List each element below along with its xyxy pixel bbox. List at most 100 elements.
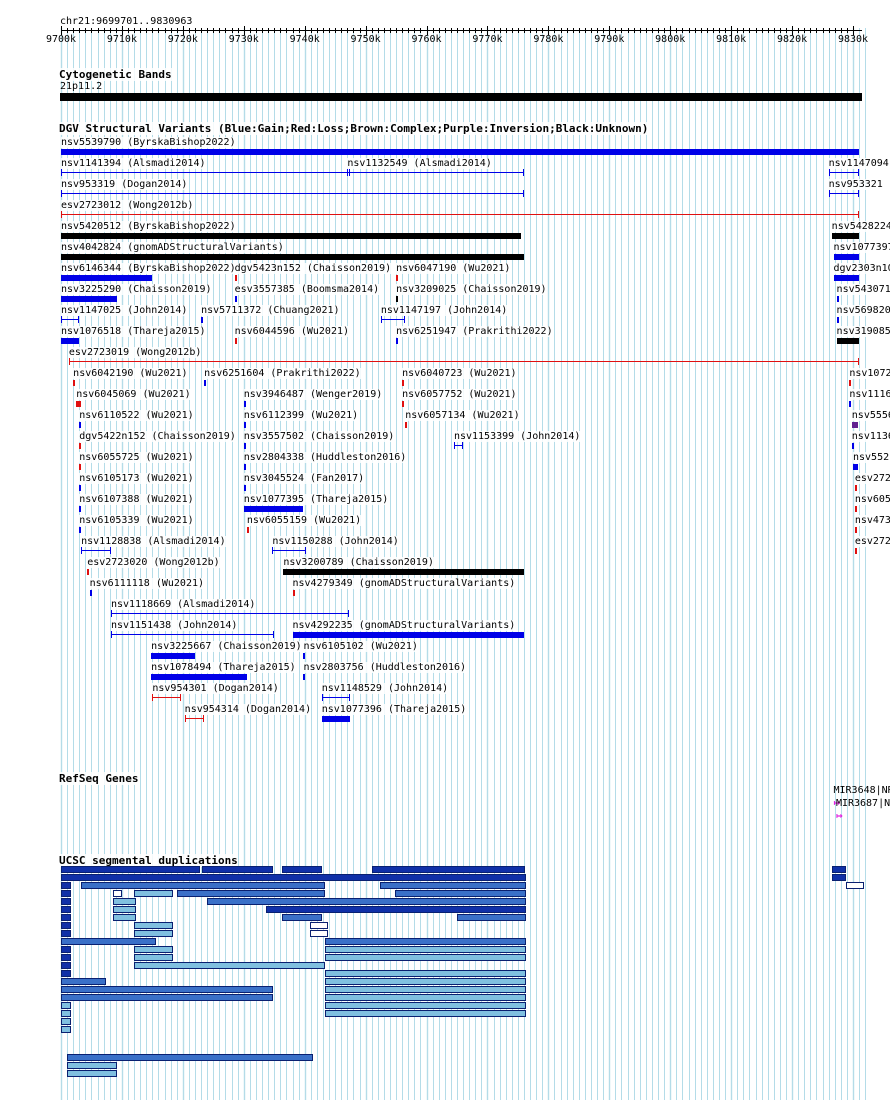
sv-feature[interactable]: [831, 233, 860, 239]
sv-feature[interactable]: [243, 422, 246, 428]
sv-feature[interactable]: [79, 464, 82, 470]
segdup-feature[interactable]: [831, 874, 847, 881]
sv-feature[interactable]: [61, 149, 860, 155]
sv-feature[interactable]: [81, 547, 111, 554]
segdup-feature[interactable]: [134, 962, 325, 969]
sv-feature[interactable]: [79, 527, 82, 533]
segdup-feature[interactable]: [324, 954, 526, 961]
sv-feature[interactable]: [61, 316, 80, 323]
segdup-feature[interactable]: [324, 1010, 526, 1017]
sv-feature[interactable]: [184, 715, 204, 722]
sv-feature[interactable]: [853, 464, 858, 470]
sv-feature[interactable]: [321, 716, 351, 722]
sv-feature[interactable]: [453, 442, 464, 449]
segdup-feature[interactable]: [61, 866, 201, 873]
sv-feature[interactable]: [396, 275, 399, 281]
segdup-feature[interactable]: [281, 866, 322, 873]
sv-feature[interactable]: [201, 317, 204, 323]
sv-feature[interactable]: [68, 358, 860, 365]
sv-feature[interactable]: [61, 190, 524, 197]
segdup-feature[interactable]: [81, 882, 325, 889]
segdup-feature[interactable]: [324, 978, 526, 985]
sv-feature[interactable]: [849, 380, 852, 386]
sv-feature[interactable]: [61, 338, 80, 344]
sv-feature[interactable]: [851, 443, 854, 449]
sv-feature[interactable]: [292, 590, 295, 596]
segdup-feature[interactable]: [202, 866, 274, 873]
segdup-feature[interactable]: [324, 1002, 526, 1009]
sv-feature[interactable]: [234, 338, 237, 344]
sv-feature[interactable]: [61, 275, 153, 281]
sv-feature[interactable]: [833, 275, 860, 281]
segdup-feature[interactable]: [281, 914, 322, 921]
sv-feature[interactable]: [110, 610, 350, 617]
segdup-feature[interactable]: [113, 890, 123, 897]
segdup-feature[interactable]: [61, 970, 71, 977]
sv-feature[interactable]: [833, 254, 860, 260]
segdup-feature[interactable]: [61, 1018, 71, 1025]
sv-feature[interactable]: [854, 527, 857, 533]
sv-feature[interactable]: [151, 653, 196, 659]
sv-feature[interactable]: [380, 316, 406, 323]
segdup-feature[interactable]: [61, 1002, 71, 1009]
segdup-feature[interactable]: [324, 946, 526, 953]
sv-feature[interactable]: [303, 653, 306, 659]
segdup-feature[interactable]: [61, 882, 71, 889]
segdup-feature[interactable]: [61, 1026, 71, 1033]
sv-feature[interactable]: [76, 401, 82, 407]
segdup-feature[interactable]: [61, 906, 71, 913]
segdup-feature[interactable]: [831, 866, 847, 873]
sv-feature[interactable]: [854, 506, 857, 512]
sv-feature[interactable]: [836, 338, 860, 344]
sv-feature[interactable]: [152, 694, 181, 701]
segdup-feature[interactable]: [207, 898, 526, 905]
segdup-feature[interactable]: [61, 914, 71, 921]
sv-feature[interactable]: [73, 380, 76, 386]
sv-feature[interactable]: [836, 317, 839, 323]
sv-feature[interactable]: [61, 254, 524, 260]
sv-feature[interactable]: [849, 401, 852, 407]
sv-feature[interactable]: [89, 590, 92, 596]
sv-feature[interactable]: [828, 190, 860, 197]
sv-feature[interactable]: [204, 380, 207, 386]
segdup-feature[interactable]: [61, 1010, 71, 1017]
sv-feature[interactable]: [79, 485, 82, 491]
segdup-feature[interactable]: [134, 930, 173, 937]
segdup-feature[interactable]: [61, 898, 71, 905]
segdup-feature[interactable]: [371, 866, 525, 873]
segdup-feature[interactable]: [67, 1070, 117, 1077]
sv-feature[interactable]: [243, 485, 246, 491]
segdup-feature[interactable]: [394, 890, 526, 897]
sv-feature[interactable]: [402, 380, 405, 386]
segdup-feature[interactable]: [324, 938, 526, 945]
sv-feature[interactable]: [854, 548, 857, 554]
sv-feature[interactable]: [79, 443, 82, 449]
segdup-feature[interactable]: [61, 874, 526, 881]
segdup-feature[interactable]: [61, 986, 274, 993]
segdup-feature[interactable]: [379, 882, 526, 889]
sv-feature[interactable]: [79, 506, 82, 512]
sv-feature[interactable]: [243, 401, 246, 407]
sv-feature[interactable]: [836, 296, 839, 302]
sv-feature[interactable]: [828, 169, 860, 176]
sv-feature[interactable]: [61, 169, 351, 176]
segdup-feature[interactable]: [266, 906, 526, 913]
sv-feature[interactable]: [243, 506, 304, 512]
segdup-feature[interactable]: [457, 914, 526, 921]
segdup-feature[interactable]: [134, 954, 173, 961]
segdup-feature[interactable]: [176, 890, 325, 897]
sv-feature[interactable]: [321, 694, 351, 701]
segdup-feature[interactable]: [134, 946, 173, 953]
segdup-feature[interactable]: [845, 882, 864, 889]
sv-feature[interactable]: [234, 275, 237, 281]
sv-feature[interactable]: [851, 422, 858, 428]
segdup-feature[interactable]: [324, 986, 526, 993]
segdup-feature[interactable]: [134, 922, 173, 929]
segdup-feature[interactable]: [61, 954, 71, 961]
segdup-feature[interactable]: [61, 938, 157, 945]
segdup-feature[interactable]: [113, 898, 137, 905]
cytoband-bar[interactable]: [60, 93, 862, 101]
segdup-feature[interactable]: [67, 1054, 313, 1061]
sv-feature[interactable]: [347, 169, 524, 176]
sv-feature[interactable]: [61, 296, 118, 302]
